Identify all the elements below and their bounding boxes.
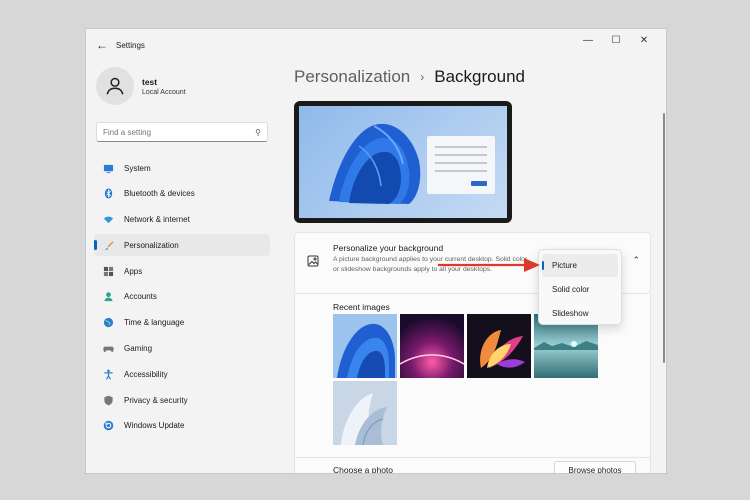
gamepad-icon	[102, 346, 114, 353]
choose-photo-row: Choose a photo Browse photos	[294, 457, 651, 474]
user-profile[interactable]: test Local Account	[96, 67, 186, 105]
breadcrumb-parent[interactable]: Personalization	[294, 67, 410, 87]
page-title: Background	[434, 67, 525, 86]
monitor-icon	[103, 164, 113, 173]
browse-photos-button[interactable]: Browse photos	[554, 461, 636, 473]
wallpaper-bloom-image	[329, 123, 421, 204]
preview-window	[427, 136, 495, 194]
breadcrumb: Personalization › Background	[294, 67, 525, 87]
sidebar-item-label: Apps	[124, 266, 143, 276]
wifi-icon	[103, 216, 113, 224]
update-icon	[103, 421, 113, 431]
apps-icon	[103, 266, 113, 276]
sidebar-item-label: System	[124, 163, 151, 173]
window-controls: — ☐ ✕	[574, 33, 658, 49]
chevron-up-icon[interactable]: ⌃	[632, 255, 640, 266]
sidebar-item-privacy-security[interactable]: Privacy & security	[94, 389, 270, 411]
accessibility-icon	[103, 369, 113, 380]
sidebar-item-personalization[interactable]: Personalization	[94, 234, 270, 257]
sidebar-item-accessibility[interactable]: Accessibility	[94, 363, 270, 385]
red-arrow-annotation	[438, 258, 540, 272]
sidebar-item-system[interactable]: System	[94, 157, 270, 179]
recent-image-2[interactable]	[400, 314, 464, 378]
sidebar-item-label: Time & language	[124, 318, 185, 328]
background-type-dropdown[interactable]: Picture Solid color Slideshow	[538, 249, 622, 325]
recent-images-title: Recent images	[333, 302, 390, 312]
app-title: Settings	[116, 40, 145, 50]
dropdown-option-picture[interactable]: Picture	[542, 254, 618, 277]
sidebar-item-windows-update[interactable]: Windows Update	[94, 415, 270, 437]
sidebar-nav: System Bluetooth & devices Network & int…	[94, 157, 270, 441]
scrollbar[interactable]	[663, 113, 665, 363]
maximize-icon[interactable]: ☐	[602, 33, 630, 49]
dropdown-option-solid-color[interactable]: Solid color	[542, 278, 618, 301]
search-icon: ⚲	[255, 127, 261, 137]
sidebar-item-label: Bluetooth & devices	[124, 189, 195, 199]
sidebar-item-label: Gaming	[124, 344, 153, 354]
sidebar-item-label: Accounts	[124, 292, 157, 302]
minimize-icon[interactable]: —	[574, 33, 602, 49]
person-icon	[103, 292, 113, 302]
search-input[interactable]	[103, 127, 256, 137]
recent-image-1[interactable]	[333, 314, 397, 378]
preview-screen	[299, 106, 507, 218]
sidebar-item-label: Windows Update	[124, 421, 185, 431]
choose-photo-label: Choose a photo	[333, 465, 394, 474]
wallpaper-blue-bloom-image	[333, 314, 397, 378]
close-icon[interactable]: ✕	[630, 33, 658, 49]
sidebar-item-label: Accessibility	[124, 369, 168, 379]
sidebar-item-bluetooth[interactable]: Bluetooth & devices	[94, 183, 270, 205]
recent-image-5[interactable]	[333, 381, 397, 445]
profile-account-type: Local Account	[142, 88, 186, 96]
back-arrow-icon[interactable]: ←	[88, 38, 116, 52]
sidebar-item-network[interactable]: Network & internet	[94, 209, 270, 231]
sidebar-item-label: Network & internet	[124, 215, 190, 225]
wallpaper-purple-glow-image	[400, 314, 464, 378]
picture-icon	[307, 255, 319, 267]
sidebar-item-label: Privacy & security	[124, 395, 188, 405]
search-box[interactable]: ⚲	[96, 122, 268, 142]
sidebar-item-label: Personalization	[124, 240, 179, 250]
recent-image-3[interactable]	[467, 314, 531, 378]
person-icon	[106, 77, 124, 95]
wallpaper-white-bloom-image	[333, 381, 397, 445]
globe-icon	[103, 318, 113, 328]
breadcrumb-separator: ›	[420, 70, 425, 84]
sidebar-item-accounts[interactable]: Accounts	[94, 286, 270, 308]
desktop-preview	[294, 101, 512, 223]
sidebar-item-apps[interactable]: Apps	[94, 260, 270, 282]
title-bar: ← Settings — ☐ ✕	[86, 29, 666, 61]
avatar	[96, 67, 134, 105]
profile-name: test	[142, 76, 158, 87]
card-title: Personalize your background	[333, 243, 444, 253]
sidebar-item-gaming[interactable]: Gaming	[94, 338, 270, 360]
shield-icon	[103, 395, 113, 406]
dropdown-option-slideshow[interactable]: Slideshow	[542, 302, 618, 325]
brush-icon	[104, 241, 114, 250]
bluetooth-icon	[104, 188, 112, 199]
wallpaper-flower-image	[467, 314, 531, 378]
sidebar-item-time-language[interactable]: Time & language	[94, 312, 270, 334]
recent-images-grid	[333, 314, 613, 445]
